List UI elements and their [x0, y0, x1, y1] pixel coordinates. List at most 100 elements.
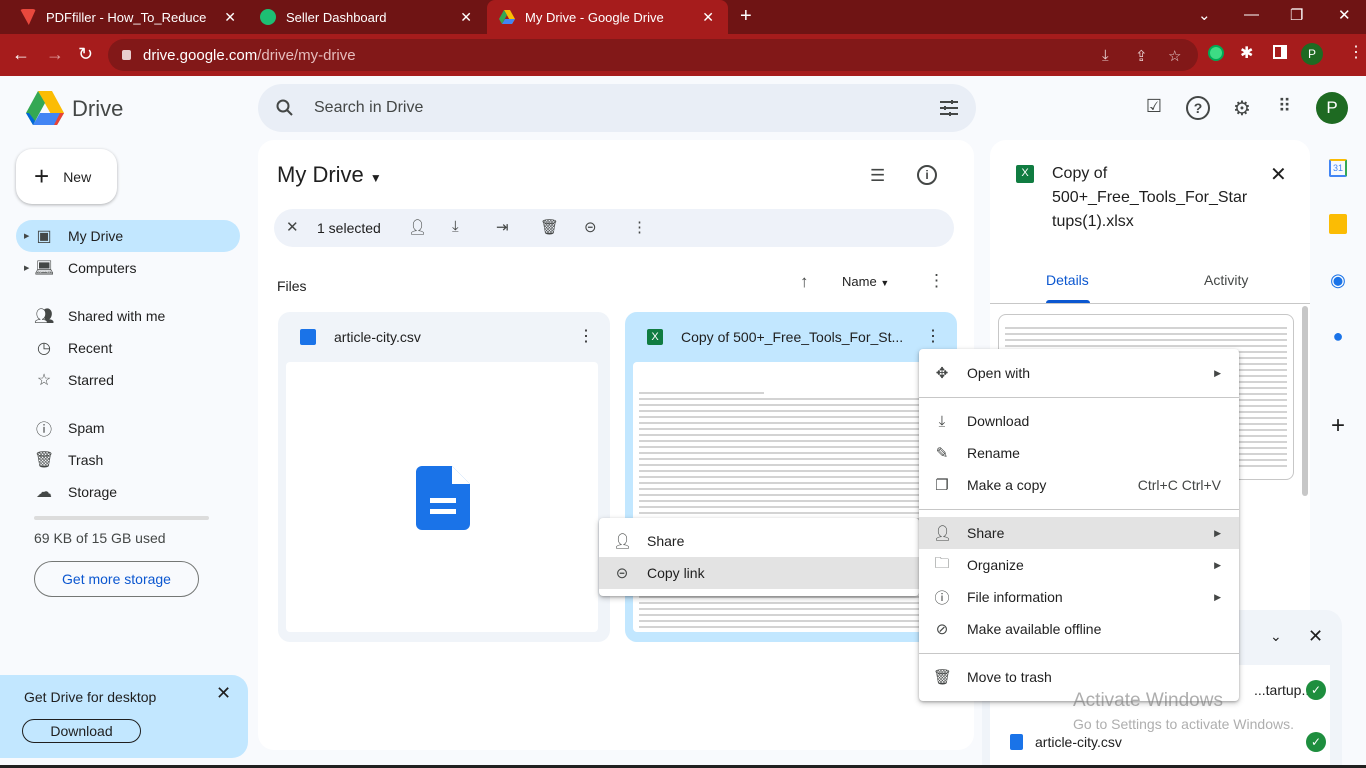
- google-docs-icon: [1010, 734, 1023, 750]
- menu-item-organize[interactable]: 🗀 Organize ▶: [919, 549, 1239, 581]
- sidebar-item-trash[interactable]: 🗑︎ Trash: [16, 444, 240, 476]
- clear-selection-icon[interactable]: ✕: [286, 218, 299, 236]
- help-icon[interactable]: ?: [1186, 96, 1210, 120]
- sort-by-name-button[interactable]: Name ▼: [842, 274, 889, 289]
- folder-icon: 🗀: [934, 554, 950, 572]
- collapse-upload-icon[interactable]: ⌄: [1270, 628, 1282, 645]
- close-window-icon[interactable]: ✕: [1338, 6, 1351, 24]
- file-more-icon[interactable]: ⋮: [578, 326, 594, 346]
- file-more-icon[interactable]: ⋮: [925, 326, 941, 346]
- browser-tab-pdffiller[interactable]: PDFfiller - How_To_Reduce_the_( ✕: [10, 0, 250, 34]
- browser-tab-my-drive[interactable]: My Drive - Google Drive ✕: [487, 0, 728, 34]
- settings-gear-icon[interactable]: ⚙: [1230, 96, 1254, 120]
- search-icon[interactable]: [276, 99, 294, 117]
- sidebar-item-recent[interactable]: ◷ Recent: [16, 332, 240, 364]
- tab-search-icon[interactable]: ⌄: [1198, 6, 1211, 24]
- search-bar[interactable]: Search in Drive: [258, 84, 976, 132]
- bookmark-star-icon[interactable]: ☆: [1168, 47, 1181, 65]
- tab-details[interactable]: Details: [1046, 272, 1089, 288]
- sort-direction-icon[interactable]: ↑: [800, 272, 809, 292]
- details-scrollbar[interactable]: [1302, 306, 1308, 496]
- view-details-icon[interactable]: i: [917, 165, 937, 185]
- browser-tab-seller-dashboard[interactable]: Seller Dashboard ✕: [250, 0, 486, 34]
- close-tab-icon[interactable]: ✕: [224, 9, 236, 26]
- page-title[interactable]: My Drive ▼: [277, 162, 382, 188]
- contacts-icon[interactable]: ●: [1318, 326, 1358, 347]
- apps-grid-icon[interactable]: ⠿: [1272, 96, 1296, 120]
- search-input[interactable]: Search in Drive: [314, 99, 423, 117]
- trash-icon[interactable]: 🗑︎: [540, 218, 559, 236]
- sidebar-item-spam[interactable]: ⓘ Spam: [16, 412, 240, 444]
- forward-icon[interactable]: →: [46, 44, 64, 65]
- sidebar-item-my-drive[interactable]: ▶ ▣ My Drive: [16, 220, 240, 252]
- menu-item-open-with[interactable]: ✥ Open with ▶: [919, 357, 1239, 389]
- offline-ready-icon[interactable]: ☑: [1142, 96, 1166, 120]
- menu-item-move-to-trash[interactable]: 🗑︎ Move to trash: [919, 661, 1239, 693]
- account-avatar[interactable]: P: [1316, 92, 1348, 124]
- files-more-icon[interactable]: ⋮: [928, 271, 945, 291]
- submenu-item-copy-link[interactable]: ⊝ Copy link: [599, 557, 919, 589]
- tab-activity[interactable]: Activity: [1204, 272, 1248, 288]
- share-icon[interactable]: 👤︎: [408, 218, 427, 236]
- side-panel-icon[interactable]: [1273, 45, 1287, 59]
- back-icon[interactable]: ←: [12, 44, 30, 65]
- sidebar-item-label: Storage: [68, 484, 118, 500]
- new-button[interactable]: + New: [16, 149, 117, 204]
- get-addons-icon[interactable]: +: [1318, 412, 1358, 440]
- drive-logo-icon[interactable]: [26, 91, 64, 125]
- browser-toolbar: ← → ↻ drive.google.com/drive/my-drive ⤓ …: [0, 34, 1366, 76]
- search-options-icon[interactable]: [940, 100, 958, 116]
- menu-item-label: Organize: [967, 557, 1024, 573]
- keep-icon[interactable]: [1318, 214, 1358, 239]
- expand-arrow-icon[interactable]: ▶: [24, 264, 29, 272]
- tab-title: PDFfiller - How_To_Reduce_the_(: [46, 9, 206, 25]
- move-icon[interactable]: ⇥: [496, 218, 509, 236]
- expand-arrow-icon[interactable]: ▶: [24, 232, 29, 240]
- context-menu: ✥ Open with ▶ ⤓ Download ✎ Rename ❐ Make…: [919, 349, 1239, 701]
- menu-item-file-information[interactable]: ⓘ File information ▶: [919, 581, 1239, 613]
- promo-download-button[interactable]: Download: [22, 719, 141, 743]
- close-tab-icon[interactable]: ✕: [702, 9, 714, 26]
- menu-item-make-a-copy[interactable]: ❐ Make a copy Ctrl+C Ctrl+V: [919, 469, 1239, 501]
- download-icon[interactable]: ⤓: [452, 218, 459, 235]
- list-view-icon[interactable]: ☰: [870, 166, 885, 186]
- get-more-storage-button[interactable]: Get more storage: [34, 561, 199, 597]
- share-page-icon[interactable]: ⇪: [1135, 47, 1148, 65]
- extension-icon[interactable]: [1208, 45, 1224, 61]
- menu-item-make-available-offline[interactable]: ⊘ Make available offline: [919, 613, 1239, 645]
- close-tab-icon[interactable]: ✕: [460, 9, 472, 26]
- new-tab-button[interactable]: +: [740, 5, 752, 28]
- tasks-icon[interactable]: ◉: [1318, 270, 1358, 291]
- sidebar-item-computers[interactable]: ▶ 💻︎ Computers: [16, 252, 240, 284]
- sidebar-item-shared-with-me[interactable]: 👥︎ Shared with me: [16, 300, 240, 332]
- profile-avatar[interactable]: P: [1301, 43, 1323, 65]
- computers-icon: 💻︎: [34, 260, 55, 277]
- sidebar-item-storage[interactable]: ☁︎ Storage: [16, 476, 240, 508]
- menu-item-label: File information: [967, 589, 1063, 605]
- selection-toolbar: ✕ 1 selected 👤︎ ⤓ ⇥ 🗑︎ ⊝ ⋮: [274, 209, 954, 247]
- copy-link-icon[interactable]: ⊝: [584, 218, 597, 236]
- new-button-label: New: [63, 168, 92, 185]
- calendar-icon[interactable]: 31: [1318, 158, 1358, 177]
- file-card[interactable]: article-city.csv ⋮: [278, 312, 610, 642]
- close-promo-icon[interactable]: ✕: [216, 683, 231, 704]
- sidebar-item-starred[interactable]: ☆ Starred: [16, 364, 240, 396]
- browser-menu-icon[interactable]: ⋮: [1348, 42, 1364, 62]
- menu-item-download[interactable]: ⤓ Download: [919, 405, 1239, 437]
- submenu-item-share[interactable]: 👤︎ Share: [599, 525, 919, 557]
- address-bar[interactable]: drive.google.com/drive/my-drive ⤓ ⇪ ☆: [108, 39, 1198, 71]
- restore-icon[interactable]: ❐: [1290, 6, 1303, 24]
- reload-icon[interactable]: ↻: [78, 44, 93, 65]
- details-title-line: Copy of: [1052, 165, 1108, 182]
- menu-item-share[interactable]: 👤︎ Share ▶: [919, 517, 1239, 549]
- close-details-icon[interactable]: ✕: [1270, 162, 1287, 187]
- chevron-down-icon: ▼: [369, 171, 382, 185]
- install-app-icon[interactable]: ⤓: [1102, 47, 1109, 64]
- close-upload-icon[interactable]: ✕: [1308, 626, 1323, 647]
- menu-item-rename[interactable]: ✎ Rename: [919, 437, 1239, 469]
- menu-item-label: Share: [647, 533, 685, 549]
- extensions-puzzle-icon[interactable]: ✱: [1240, 43, 1253, 63]
- minimize-icon[interactable]: —: [1244, 6, 1259, 23]
- sidebar-item-label: Spam: [68, 420, 105, 436]
- more-actions-icon[interactable]: ⋮: [632, 218, 647, 236]
